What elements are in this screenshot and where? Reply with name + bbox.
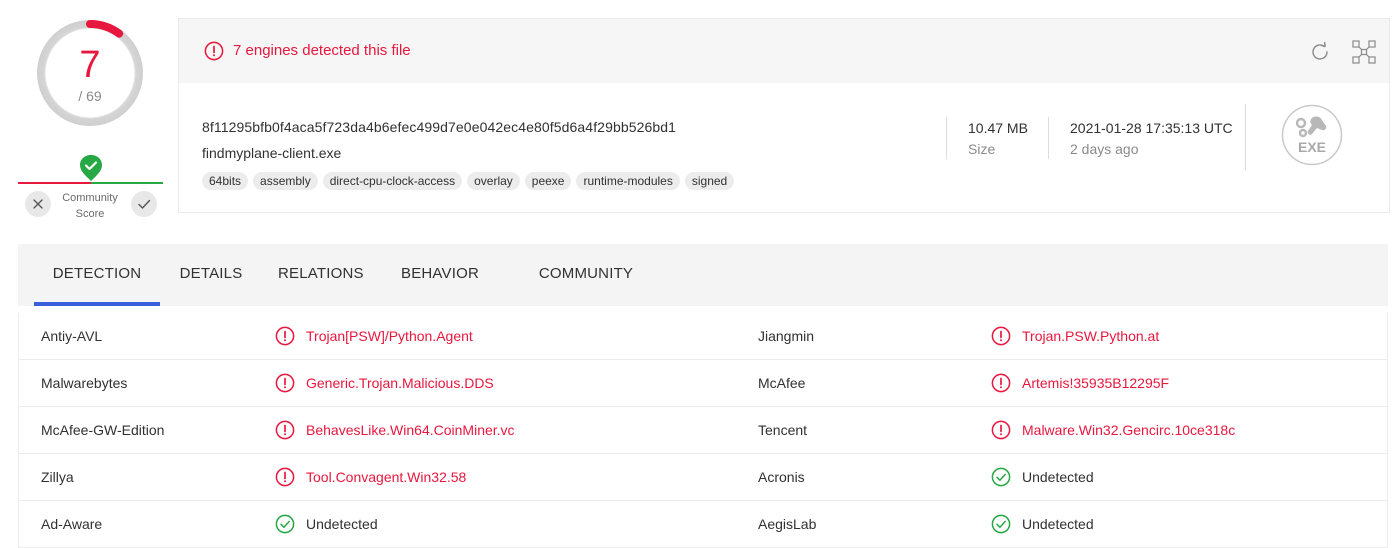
- engine-name: McAfee-GW-Edition: [41, 422, 165, 438]
- community-label-line1: Community: [62, 192, 118, 204]
- engine-name: Malwarebytes: [41, 375, 128, 391]
- table-row: Malwarebytes Generic.Trojan.Malicious.DDS…: [19, 360, 1387, 407]
- engine-name: Zillya: [41, 469, 74, 485]
- meta-divider: [1048, 117, 1049, 159]
- file-size-value: 10.47 MB: [968, 120, 1028, 136]
- file-tag[interactable]: assembly: [253, 172, 318, 190]
- alert-circle-icon: [275, 420, 295, 440]
- engine-name: Acronis: [758, 469, 805, 485]
- detection-result[interactable]: Tool.Convagent.Win32.58: [306, 469, 466, 485]
- tab-detection[interactable]: DETECTION: [34, 244, 160, 306]
- analysis-date-value: 2021-01-28 17:35:13 UTC: [1070, 120, 1233, 136]
- detection-result[interactable]: Generic.Trojan.Malicious.DDS: [306, 375, 494, 391]
- community-score-label: Community Score: [56, 190, 124, 222]
- alert-circle-icon: [991, 373, 1011, 393]
- detection-result: Undetected: [1022, 516, 1094, 532]
- reanalyze-icon[interactable]: [1309, 41, 1331, 63]
- file-tag[interactable]: overlay: [467, 172, 520, 190]
- meta-divider: [946, 117, 947, 159]
- tab-behavior[interactable]: BEHAVIOR: [400, 244, 480, 306]
- table-row: Zillya Tool.Convagent.Win32.58 Acronis Unde…: [19, 454, 1387, 501]
- tab-relations[interactable]: RELATIONS: [278, 244, 364, 306]
- total-engines: / 69: [78, 88, 102, 104]
- detection-result[interactable]: Trojan.PSW.Python.at: [1022, 328, 1159, 344]
- meta-divider: [1245, 104, 1246, 170]
- check-circle-icon: [275, 514, 295, 534]
- close-icon: [33, 199, 43, 209]
- file-name: findmyplane-client.exe: [202, 145, 342, 161]
- file-hash[interactable]: 8f11295bfb0f4aca5f723da4b6efec499d7e0e04…: [202, 119, 676, 135]
- detection-result[interactable]: BehavesLike.Win64.CoinMiner.vc: [306, 422, 515, 438]
- exe-file-type-icon: EXE: [1281, 104, 1343, 166]
- tab-community[interactable]: COMMUNITY: [537, 244, 635, 306]
- file-tag[interactable]: runtime-modules: [576, 172, 680, 190]
- community-score-marker-icon: [79, 154, 103, 182]
- tab-details[interactable]: DETAILS: [178, 244, 244, 306]
- detected-count: 7: [79, 44, 101, 86]
- detection-gauge: 7 / 69: [35, 18, 145, 128]
- file-tag[interactable]: direct-cpu-clock-access: [322, 172, 463, 190]
- report-tabs: DETECTION DETAILS RELATIONS BEHAVIOR COM…: [18, 244, 1388, 306]
- engine-name: Tencent: [758, 422, 808, 438]
- alert-circle-icon: [275, 467, 295, 487]
- analysis-date-relative: 2 days ago: [1070, 141, 1139, 157]
- check-circle-icon: [991, 514, 1011, 534]
- detection-result[interactable]: Artemis!35935B12295F: [1022, 375, 1169, 391]
- engine-name: Antiy-AVL: [41, 328, 103, 344]
- check-icon: [138, 199, 151, 209]
- table-row: McAfee-GW-Edition BehavesLike.Win64.CoinM…: [19, 407, 1387, 454]
- alert-circle-icon: [991, 326, 1011, 346]
- file-tags: 64bits assembly direct-cpu-clock-access ove…: [202, 172, 735, 190]
- detections-table: Antiy-AVL Trojan[PSW]/Python.Agent Jiangmi…: [18, 313, 1388, 548]
- file-tag[interactable]: 64bits: [202, 172, 249, 190]
- alert-circle-icon: [275, 326, 295, 346]
- table-row: Ad-Aware Undetected AegisLab Undetected: [19, 501, 1387, 548]
- vote-harmful-button[interactable]: [25, 191, 51, 217]
- community-score-positive-bar: [91, 182, 163, 184]
- file-size-label: Size: [968, 141, 996, 157]
- community-label-line2: Score: [75, 208, 105, 220]
- detection-result: Undetected: [1022, 469, 1094, 485]
- alert-circle-icon: [275, 373, 295, 393]
- table-row: Antiy-AVL Trojan[PSW]/Python.Agent Jiangmi…: [19, 313, 1387, 360]
- engine-name: Jiangmin: [758, 328, 815, 344]
- community-score-negative-bar: [18, 182, 91, 184]
- engine-name: AegisLab: [758, 516, 817, 532]
- graph-view-icon[interactable]: [1351, 39, 1377, 65]
- detection-result[interactable]: Malware.Win32.Gencirc.10ce318c: [1022, 422, 1235, 438]
- engine-name: Ad-Aware: [41, 516, 103, 532]
- alert-circle-icon: [204, 41, 224, 61]
- vote-harmless-button[interactable]: [131, 191, 157, 217]
- check-circle-icon: [991, 467, 1011, 487]
- file-tag[interactable]: signed: [684, 172, 735, 190]
- detection-result: Undetected: [306, 516, 378, 532]
- detection-alert-bar: 7 engines detected this file: [179, 19, 1389, 83]
- alert-message: 7 engines detected this file: [233, 42, 411, 59]
- file-tag[interactable]: peexe: [524, 172, 572, 190]
- detection-result[interactable]: Trojan[PSW]/Python.Agent: [306, 328, 473, 344]
- svg-text:EXE: EXE: [1298, 139, 1326, 155]
- engine-name: McAfee: [758, 375, 806, 391]
- detection-score-panel: 7 / 69 Community Score: [18, 18, 163, 228]
- file-summary-card: 7 engines detected this file 8f11295bfb0…: [178, 18, 1390, 213]
- alert-circle-icon: [991, 420, 1011, 440]
